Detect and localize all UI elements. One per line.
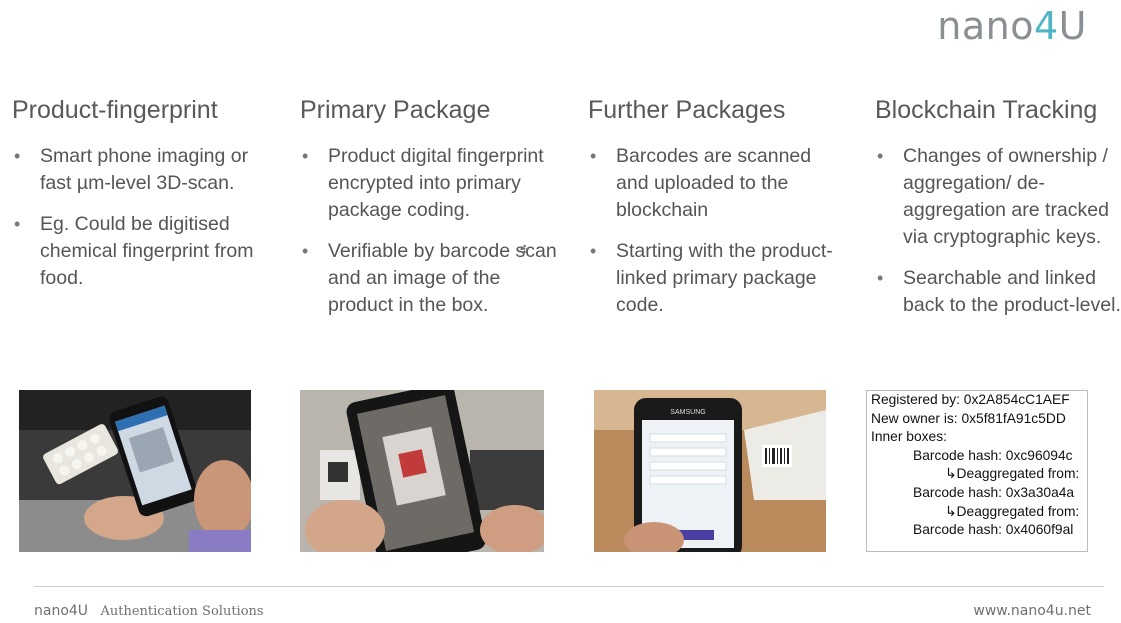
bullet-item: Starting with the product-linked primary… bbox=[588, 238, 848, 319]
footer-brand-name: nano4U bbox=[34, 603, 89, 619]
photo-phone-scanning-pills bbox=[19, 390, 251, 552]
photo-illustration bbox=[19, 390, 251, 552]
photo-samsung-barcode-app: SAMSUNG bbox=[594, 390, 826, 552]
bullet-item: Barcodes are scanned and uploaded to the… bbox=[588, 143, 848, 224]
bullet-list: Smart phone imaging or fast µm-level 3D-… bbox=[12, 143, 282, 292]
column-title: Blockchain Tracking bbox=[875, 96, 1098, 124]
blockchain-hash-log: Registered by: 0x2A854cC1AEF New owner i… bbox=[866, 390, 1088, 552]
deaggregated-line: ↳Deaggregated from: bbox=[945, 466, 1080, 482]
bullet-item: Searchable and linked back to the produc… bbox=[875, 265, 1121, 319]
inner-boxes-line: Inner boxes: bbox=[871, 429, 947, 445]
bullet-item: Changes of ownership / aggregation/ de-a… bbox=[875, 143, 1121, 251]
footer-website: www.nano4u.net bbox=[973, 603, 1091, 619]
column-title: Product-fingerprint bbox=[12, 96, 218, 124]
logo-four: 4 bbox=[1033, 4, 1059, 48]
column-blockchain-tracking: Blockchain Tracking Changes of ownership… bbox=[875, 96, 1121, 333]
bullet-list: Product digital fingerprint encrypted in… bbox=[300, 143, 570, 319]
new-owner-line: New owner is: 0x5f81fA91c5DD bbox=[871, 410, 1066, 426]
bullet-item: Eg. Could be digitised chemical fingerpr… bbox=[12, 211, 272, 292]
barcode-hash-line: Barcode hash: 0xc96094c bbox=[913, 447, 1073, 463]
phone-brand-label: SAMSUNG bbox=[670, 409, 705, 416]
logo-suffix: U bbox=[1058, 4, 1087, 48]
footer-divider bbox=[34, 586, 1104, 587]
logo-prefix: nano bbox=[937, 4, 1034, 48]
barcode-hash-line: Barcode hash: 0x4060f9al bbox=[913, 522, 1074, 538]
registered-by-line: Registered by: 0x2A854cC1AEF bbox=[871, 392, 1070, 407]
bullet-list: Barcodes are scanned and uploaded to the… bbox=[588, 143, 858, 319]
column-title: Primary Package bbox=[300, 96, 491, 124]
column-primary-package: Primary Package Product digital fingerpr… bbox=[300, 96, 570, 333]
bullet-item: Product digital fingerprint encrypted in… bbox=[300, 143, 560, 224]
bullet-list: Changes of ownership / aggregation/ de-a… bbox=[875, 143, 1121, 319]
mouse-cursor-icon: ✣ bbox=[520, 244, 530, 256]
nano4u-logo: nano4U bbox=[937, 4, 1087, 48]
deaggregated-line: ↳Deaggregated from: bbox=[945, 503, 1080, 519]
column-product-fingerprint: Product-fingerprint Smart phone imaging … bbox=[12, 96, 282, 306]
barcode-hash-line: Barcode hash: 0x3a30a4a bbox=[913, 484, 1075, 500]
footer-brand: nano4U Authentication Solutions bbox=[34, 603, 264, 619]
footer-tagline: Authentication Solutions bbox=[100, 604, 264, 619]
photo-illustration bbox=[300, 390, 544, 552]
photo-illustration: SAMSUNG bbox=[594, 390, 826, 552]
bullet-item: Smart phone imaging or fast µm-level 3D-… bbox=[12, 143, 272, 197]
column-title: Further Packages bbox=[588, 96, 786, 124]
column-further-packages: Further Packages Barcodes are scanned an… bbox=[588, 96, 858, 333]
photo-phone-viewing-package bbox=[300, 390, 544, 552]
